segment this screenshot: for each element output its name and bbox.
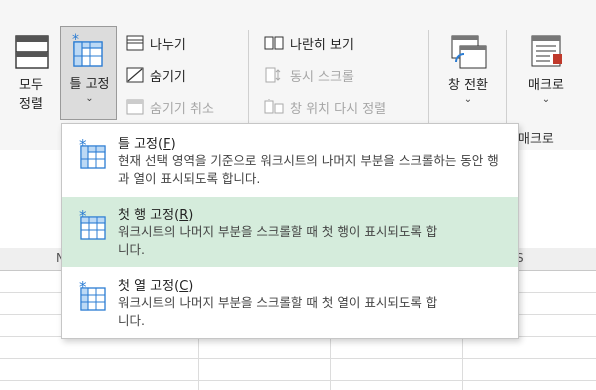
chevron-down-icon: ⌄ [463, 94, 473, 105]
chevron-down-icon: ⌄ [85, 93, 94, 104]
arrange-all-button[interactable]: 모두 정렬 [6, 28, 56, 122]
hide-label: 숨기기 [150, 70, 186, 85]
svg-text:*: * [79, 207, 87, 225]
switch-windows-icon [451, 35, 487, 69]
menu-item-freeze-first-column[interactable]: * 첫 열 고정(C) 워크시트의 나머지 부분을 스크롤할 때 첫 열이 표시… [62, 268, 518, 338]
hide-icon [126, 67, 144, 83]
freeze-panes-icon: * [72, 32, 103, 67]
menu-item-description: 워크시트의 나머지 부분을 스크롤할 때 첫 행이 표시되도록 합니다. [118, 224, 438, 257]
menu-item-title: 첫 열 고정(C) [118, 279, 194, 294]
side-by-side-icon [264, 36, 284, 50]
freeze-top-row-icon: * [79, 207, 106, 240]
split-icon [126, 35, 144, 51]
freeze-first-column-icon: * [79, 278, 106, 311]
svg-text:*: * [79, 278, 87, 296]
switch-windows-label: 창 전환 [447, 78, 488, 93]
sync-scroll-button[interactable]: 동시 스크롤 [264, 66, 404, 86]
macros-button[interactable]: 매크로 ⌄ [514, 30, 578, 120]
menu-item-description: 워크시트의 나머지 부분을 스크롤할 때 첫 열이 표시되도록 합니다. [118, 295, 438, 328]
reset-position-icon [264, 99, 284, 114]
unhide-icon [126, 99, 144, 115]
freeze-panes-icon: * [79, 136, 106, 169]
split-button[interactable]: 나누기 [126, 34, 236, 54]
freeze-panes-menu: * 틀 고정(F) 현재 선택 영역을 기준으로 워크시트의 나머지 부분을 스… [61, 123, 519, 339]
split-label: 나누기 [150, 38, 186, 53]
chevron-down-icon: ⌄ [541, 94, 551, 105]
svg-text:*: * [72, 32, 79, 48]
macros-icon [531, 35, 562, 67]
arrange-all-label-1: 모두 [19, 78, 43, 93]
menu-item-title: 틀 고정(F) [118, 137, 176, 152]
macros-group-label: 매크로 [518, 132, 554, 147]
unhide-label: 숨기기 취소 [150, 102, 214, 117]
sync-scroll-icon [265, 67, 281, 83]
svg-text:*: * [79, 136, 87, 154]
switch-windows-button[interactable]: 창 전환 ⌄ [436, 30, 500, 120]
grid-line [0, 380, 596, 381]
menu-item-freeze-panes[interactable]: * 틀 고정(F) 현재 선택 영역을 기준으로 워크시트의 나머지 부분을 스… [62, 126, 518, 196]
arrange-all-label-2: 정렬 [19, 97, 43, 112]
unhide-button[interactable]: 숨기기 취소 [126, 98, 241, 118]
freeze-panes-button[interactable]: * 틀 고정 ⌄ [60, 26, 117, 120]
menu-item-title: 첫 행 고정(R) [118, 208, 194, 223]
view-side-by-side-button[interactable]: 나란히 보기 [264, 34, 404, 54]
reset-position-label: 창 위치 다시 정렬 [290, 102, 387, 117]
macros-label: 매크로 [528, 78, 564, 93]
arrange-all-icon [15, 35, 49, 69]
freeze-panes-label: 틀 고정 [69, 77, 110, 92]
sync-scroll-label: 동시 스크롤 [290, 70, 354, 85]
side-by-side-label: 나란히 보기 [290, 38, 354, 53]
hide-button[interactable]: 숨기기 [126, 66, 236, 86]
menu-item-freeze-top-row[interactable]: * 첫 행 고정(R) 워크시트의 나머지 부분을 스크롤할 때 첫 행이 표시… [62, 197, 518, 267]
menu-item-description: 현재 선택 영역을 기준으로 워크시트의 나머지 부분을 스크롤하는 동안 행과… [118, 153, 499, 186]
grid-line [0, 358, 596, 359]
reset-window-position-button[interactable]: 창 위치 다시 정렬 [264, 98, 424, 118]
